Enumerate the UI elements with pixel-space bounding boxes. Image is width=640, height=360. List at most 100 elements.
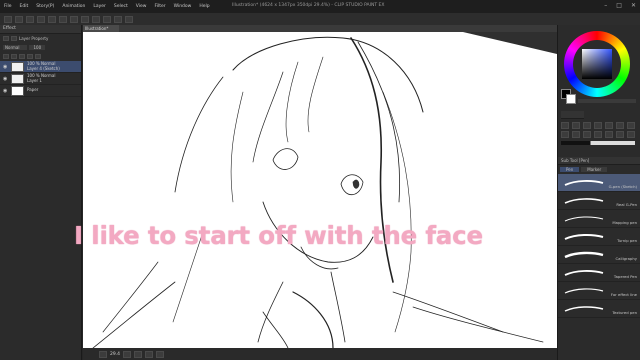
new-folder-icon[interactable]: [11, 54, 17, 59]
brush-stroke-preview: [564, 233, 604, 240]
layer-item[interactable]: ◉ Paper: [0, 85, 81, 97]
save-icon[interactable]: [26, 15, 34, 23]
brush-name: Real G-Pen: [616, 202, 637, 207]
tab-marker[interactable]: Marker: [581, 167, 608, 172]
zoom-out-icon[interactable]: [99, 350, 107, 358]
brush-item[interactable]: For effect line: [558, 282, 640, 300]
move-tool-icon[interactable]: [572, 122, 580, 129]
brush-item[interactable]: Calligraphy: [558, 246, 640, 264]
eyedropper-icon[interactable]: [594, 122, 602, 129]
window-title: Illustration* (4624 x 1347px 350dpi 29.4…: [232, 3, 385, 8]
menu-view[interactable]: View: [132, 4, 151, 9]
brush-item[interactable]: Tapered Pen: [558, 264, 640, 282]
mask-icon[interactable]: [27, 54, 33, 59]
menu-layer[interactable]: Layer: [89, 4, 110, 9]
window-controls: – □ ✕: [604, 2, 636, 9]
airbrush-icon[interactable]: [561, 131, 569, 138]
blend-row: Normal 100: [0, 43, 81, 52]
rotate-icon[interactable]: [145, 350, 154, 358]
layer-name: 100 % Normal Layer 1: [27, 73, 56, 83]
close-icon[interactable]: ✕: [631, 2, 636, 9]
fit-icon[interactable]: [134, 350, 143, 358]
blend-mode-select[interactable]: Normal: [3, 45, 28, 50]
layer-property-tab[interactable]: Layer Property: [19, 36, 48, 41]
layer-thumbnail: [11, 85, 24, 96]
menu-window[interactable]: Window: [170, 4, 196, 9]
brush-stroke-preview: [564, 288, 604, 294]
tab-pen[interactable]: Pen: [560, 167, 580, 172]
brush-item[interactable]: Turnip pen: [558, 228, 640, 246]
tool-property-tab[interactable]: [561, 111, 584, 119]
menu-animation[interactable]: Animation: [58, 4, 89, 9]
flip-icon[interactable]: [156, 350, 165, 358]
undo-icon[interactable]: [37, 15, 45, 23]
command-bar: [0, 13, 640, 25]
brush-item[interactable]: Textured pen: [558, 300, 640, 318]
video-caption: I like to start off with the face: [74, 221, 483, 250]
brush-stroke-preview: [564, 270, 604, 276]
pen-tool-icon[interactable]: [605, 122, 613, 129]
brush-item[interactable]: Mapping pen: [558, 210, 640, 228]
layer-item[interactable]: ◉ 100 % Normal Layer 1: [0, 73, 81, 85]
brush-item[interactable]: G-pen (Sketch): [558, 174, 640, 192]
brush-item[interactable]: Real G-Pen: [558, 192, 640, 210]
right-panel: Sub Tool [Pen] Pen Marker G-pen (Sketch)…: [557, 25, 640, 360]
brush-stroke-preview: [564, 216, 604, 222]
layer-item[interactable]: ◉ 100 % Normal Layer 4 (Sketch): [0, 61, 81, 73]
menu-bar: File Edit Story(P) Animation Layer Selec…: [0, 0, 640, 13]
eraser-icon[interactable]: [572, 131, 580, 138]
eye-icon[interactable]: ◉: [3, 76, 8, 81]
pencil-tool-icon[interactable]: [616, 122, 624, 129]
clear-icon[interactable]: [59, 15, 67, 23]
document-tab[interactable]: Illustration*: [83, 25, 119, 32]
zoom-in-icon[interactable]: [123, 350, 132, 358]
ruler-icon[interactable]: [103, 15, 111, 23]
deselect-icon[interactable]: [81, 15, 89, 23]
transform-icon[interactable]: [70, 15, 78, 23]
zoom-tool-icon[interactable]: [561, 122, 569, 129]
select-tool-icon[interactable]: [583, 122, 591, 129]
new-layer-icon[interactable]: [3, 54, 9, 59]
settings-icon[interactable]: [125, 15, 133, 23]
layer-search-icon[interactable]: [11, 36, 17, 41]
menu-select[interactable]: Select: [110, 4, 132, 9]
menu-story[interactable]: Story(P): [32, 4, 58, 9]
snap-icon[interactable]: [92, 15, 100, 23]
maximize-icon[interactable]: □: [616, 2, 622, 9]
opacity-value[interactable]: 100: [29, 45, 46, 50]
open-file-icon[interactable]: [15, 15, 23, 23]
saturation-square[interactable]: [582, 49, 612, 79]
brush-size-bar[interactable]: [561, 141, 635, 145]
eye-icon[interactable]: ◉: [3, 64, 8, 69]
fill-icon[interactable]: [594, 131, 602, 138]
figure-icon[interactable]: [616, 131, 624, 138]
eye-icon[interactable]: ◉: [3, 88, 8, 93]
brush-stroke-preview: [564, 306, 604, 312]
brush-tool-icon[interactable]: [627, 122, 635, 129]
delete-layer-icon[interactable]: [35, 54, 41, 59]
sub-tool-panel: Sub Tool [Pen] Pen Marker G-pen (Sketch)…: [558, 157, 640, 318]
new-file-icon[interactable]: [4, 15, 12, 23]
blend-tool-icon[interactable]: [583, 131, 591, 138]
menu-help[interactable]: Help: [195, 4, 213, 9]
layer-property-icon[interactable]: [3, 36, 9, 41]
menu-edit[interactable]: Edit: [16, 4, 33, 9]
redo-icon[interactable]: [48, 15, 56, 23]
canvas-area[interactable]: [83, 25, 557, 348]
lock-icon[interactable]: [19, 54, 25, 59]
sub-color-swatch[interactable]: [566, 94, 576, 104]
gradient-icon[interactable]: [605, 131, 613, 138]
zoom-level[interactable]: 29.4: [110, 352, 120, 357]
menu-file[interactable]: File: [0, 4, 16, 9]
text-tool-icon[interactable]: [627, 131, 635, 138]
brush-stroke-preview: [564, 251, 604, 259]
brush-name: G-pen (Sketch): [608, 184, 637, 189]
sub-tool-title: Sub Tool [Pen]: [558, 157, 640, 165]
minimize-icon[interactable]: –: [604, 2, 607, 9]
menu-filter[interactable]: Filter: [150, 4, 169, 9]
grid-icon[interactable]: [114, 15, 122, 23]
tool-property-area: [561, 111, 638, 155]
drawing-canvas[interactable]: [83, 32, 557, 348]
effect-tab[interactable]: Effect: [0, 25, 81, 34]
brush-name: Turnip pen: [617, 238, 637, 243]
